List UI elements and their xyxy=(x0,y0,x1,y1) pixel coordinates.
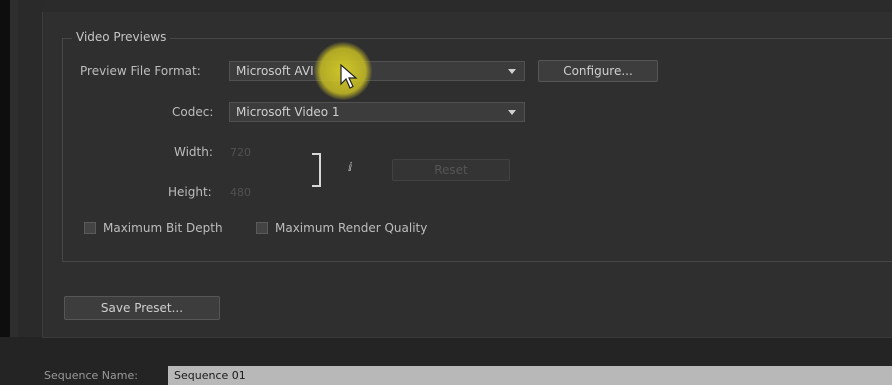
new-sequence-settings-screen: Video Previews Preview File Format: Micr… xyxy=(0,0,892,385)
codec-value: Microsoft Video 1 xyxy=(236,105,340,119)
maximum-render-quality-option[interactable]: Maximum Render Quality xyxy=(256,221,427,235)
width-value[interactable]: 720 xyxy=(230,146,251,159)
codec-dropdown[interactable]: Microsoft Video 1 xyxy=(229,102,525,122)
maximum-bit-depth-label: Maximum Bit Depth xyxy=(103,221,223,235)
height-value[interactable]: 480 xyxy=(230,186,251,199)
codec-label: Codec: xyxy=(172,105,214,119)
sequence-name-label: Sequence Name: xyxy=(44,369,138,382)
maximum-render-quality-label: Maximum Render Quality xyxy=(275,221,428,235)
maximum-bit-depth-option[interactable]: Maximum Bit Depth xyxy=(84,221,223,235)
mouse-pointer-icon xyxy=(340,64,358,89)
configure-button[interactable]: Configure... xyxy=(538,60,658,82)
maximum-render-quality-checkbox[interactable] xyxy=(256,222,268,234)
preview-file-format-value: Microsoft AVI xyxy=(236,64,314,78)
left-window-frame-inner xyxy=(10,0,18,385)
bottom-divider xyxy=(42,337,892,338)
sequence-name-input[interactable]: Sequence 01 xyxy=(168,366,892,385)
width-label: Width: xyxy=(174,145,213,159)
chevron-down-icon xyxy=(508,110,516,115)
chain-link-icon[interactable]: ⅈ xyxy=(348,160,352,174)
preview-file-format-dropdown[interactable]: Microsoft AVI xyxy=(229,61,525,81)
save-preset-button[interactable]: Save Preset... xyxy=(64,296,220,320)
chevron-down-icon xyxy=(508,69,516,74)
panel-top-strip xyxy=(42,0,892,12)
reset-button[interactable]: Reset xyxy=(392,159,510,181)
aspect-link-bracket xyxy=(312,153,321,187)
height-label: Height: xyxy=(168,185,212,199)
left-window-margin xyxy=(18,0,42,385)
left-window-frame xyxy=(0,0,10,385)
video-previews-title: Video Previews xyxy=(72,30,171,44)
maximum-bit-depth-checkbox[interactable] xyxy=(84,222,96,234)
preview-file-format-label: Preview File Format: xyxy=(80,64,201,78)
